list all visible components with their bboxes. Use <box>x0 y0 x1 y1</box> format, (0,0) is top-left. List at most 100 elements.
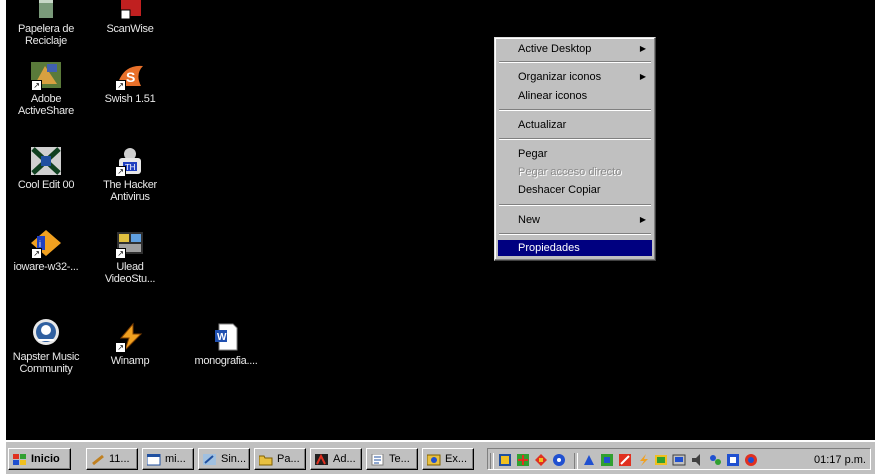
menu-item-label: Organizar iconos <box>518 71 602 83</box>
window-icon <box>146 453 161 466</box>
tray-app-icon-4[interactable] <box>552 453 566 467</box>
tray-app-icon-3[interactable] <box>534 453 548 467</box>
desktop-icon-ioware[interactable]: i ↗ ioware-w32-... <box>6 228 86 273</box>
adobe-activeshare-icon: ↗ <box>29 60 63 91</box>
taskbar-button-4[interactable]: Pa... <box>254 448 306 470</box>
tray-app-icon-9[interactable] <box>654 453 668 467</box>
taskbar-button-5[interactable]: Ad... <box>310 448 362 470</box>
desktop-icon-recycle-bin[interactable]: Papelera de Reciclaje <box>6 0 86 47</box>
tray-app-icon-7[interactable] <box>618 453 632 467</box>
menu-item-active-desktop[interactable]: Active Desktop ▶ <box>498 41 652 57</box>
desktop-icon-ulead[interactable]: ↗ Ulead VideoStu... <box>90 228 170 285</box>
desktop-icon-label: Cool Edit 00 <box>17 179 75 191</box>
tray-app-icon-13[interactable] <box>726 453 740 467</box>
svg-text:TH: TH <box>125 163 136 172</box>
text-icon <box>371 453 385 466</box>
start-button[interactable]: Inicio <box>8 448 71 470</box>
submenu-arrow-icon: ▶ <box>639 215 646 224</box>
tray-app-icon-11[interactable] <box>690 453 704 467</box>
desktop-icon-label: ScanWise <box>106 23 154 35</box>
menu-item-label: New <box>518 214 541 226</box>
desktop-context-menu: Active Desktop ▶ Organizar iconos ▶ Alin… <box>494 37 656 261</box>
taskbar-button-1[interactable]: 11... <box>86 448 138 470</box>
desktop-icon-monografia[interactable]: W monografia.... <box>186 322 266 367</box>
start-label: Inicio <box>31 453 60 465</box>
folder-icon <box>258 453 273 466</box>
taskbar-button-label: 11... <box>109 453 130 465</box>
menu-item-label: Active Desktop <box>518 43 592 55</box>
winamp-icon: ↗ <box>113 322 147 353</box>
menu-separator <box>499 109 651 111</box>
taskbar-button-label: Ad... <box>333 453 356 465</box>
windows-logo-icon <box>13 453 27 465</box>
app-icon <box>91 453 105 466</box>
submenu-arrow-icon: ▶ <box>639 44 646 53</box>
ioware-icon: i ↗ <box>29 228 63 259</box>
paint-icon <box>203 453 217 465</box>
desktop[interactable]: Papelera de Reciclaje ↗ Adobe ActiveShar… <box>6 0 875 440</box>
menu-item-pegar[interactable]: Pegar <box>498 146 652 162</box>
system-clock[interactable]: 01:17 p.m. <box>814 453 866 467</box>
swish-icon: S ↗ <box>113 60 147 91</box>
taskbar-button-7[interactable]: Ex... <box>422 448 474 470</box>
tray-app-icon-2[interactable] <box>516 453 530 467</box>
desktop-icon-label: Napster Music Community <box>12 351 80 375</box>
desktop-icon-label: The Hacker Antivirus <box>103 179 157 203</box>
tray-app-icon-12[interactable] <box>708 453 722 467</box>
svg-text:S: S <box>126 69 135 85</box>
tray-app-icon-14[interactable] <box>744 453 758 467</box>
taskbar-button-label: Te... <box>389 453 410 465</box>
menu-item-new[interactable]: New ▶ <box>498 212 652 228</box>
taskbar-button-2[interactable]: mi... <box>142 448 194 470</box>
cool-edit-icon <box>29 146 63 176</box>
explorer-icon <box>426 453 441 466</box>
adobe-icon <box>315 453 329 465</box>
taskbar-button-label: Sin... <box>221 453 247 465</box>
menu-item-actualizar[interactable]: Actualizar <box>498 117 652 133</box>
taskbar-button-label: Pa... <box>277 453 300 465</box>
recycle-bin-icon <box>29 0 63 20</box>
desktop-icon-winamp[interactable]: ↗ Winamp <box>90 322 170 367</box>
taskbar-button-label: Ex... <box>445 453 468 465</box>
menu-item-label: Deshacer Copiar <box>518 184 601 196</box>
desktop-icon-napster[interactable]: Napster Music Community <box>6 318 86 375</box>
desktop-icon-scanwise[interactable]: ScanWise <box>90 0 170 35</box>
desktop-icon-label: Adobe ActiveShare <box>17 93 74 117</box>
tray-app-icon-6[interactable] <box>600 453 614 467</box>
menu-item-label: Alinear iconos <box>518 90 588 102</box>
tray-app-icon-1[interactable] <box>498 453 512 467</box>
menu-item-label: Propiedades <box>518 242 580 254</box>
taskbar-button-3[interactable]: Sin... <box>198 448 250 470</box>
taskbar-button-6[interactable]: Te... <box>366 448 418 470</box>
desktop-icon-label: Ulead VideoStu... <box>104 261 156 285</box>
desktop-icon-swish[interactable]: S ↗ Swish 1.51 <box>90 60 170 105</box>
svg-text:W: W <box>217 332 227 343</box>
tray-separator <box>574 453 578 469</box>
desktop-icon-adobe-activeshare[interactable]: ↗ Adobe ActiveShare <box>6 60 86 117</box>
menu-item-label: Pegar <box>518 148 548 160</box>
word-document-icon: W <box>209 322 243 352</box>
menu-item-alinear-iconos[interactable]: Alinear iconos <box>498 88 652 104</box>
desktop-icon-cool-edit[interactable]: Cool Edit 00 <box>6 146 86 191</box>
menu-item-label: Actualizar <box>518 119 567 131</box>
menu-item-propiedades[interactable]: Propiedades <box>498 240 652 256</box>
menu-item-label: Pegar acceso directo <box>518 166 622 178</box>
desktop-icon-label: monografia.... <box>194 355 258 367</box>
menu-item-organizar-iconos[interactable]: Organizar iconos ▶ <box>498 69 652 85</box>
submenu-arrow-icon: ▶ <box>639 72 646 81</box>
antivirus-icon: TH ↗ <box>113 146 147 177</box>
tray-app-icon-5[interactable] <box>582 453 596 467</box>
desktop-icon-hacker-antivirus[interactable]: TH ↗ The Hacker Antivirus <box>90 146 170 203</box>
menu-separator <box>499 61 651 63</box>
menu-separator <box>499 204 651 206</box>
system-tray: 01:17 p.m. <box>487 448 871 470</box>
desktop-icon-label: Winamp <box>110 355 150 367</box>
tray-separator <box>490 453 494 469</box>
menu-separator <box>499 233 651 235</box>
ulead-video-icon: ↗ <box>113 228 147 259</box>
tray-app-icon-10[interactable] <box>672 453 686 467</box>
tray-app-icon-8[interactable] <box>636 453 650 467</box>
menu-item-deshacer-copiar[interactable]: Deshacer Copiar <box>498 182 652 198</box>
desktop-icon-label: Papelera de Reciclaje <box>17 23 75 47</box>
desktop-icon-label: ioware-w32-... <box>13 261 79 273</box>
